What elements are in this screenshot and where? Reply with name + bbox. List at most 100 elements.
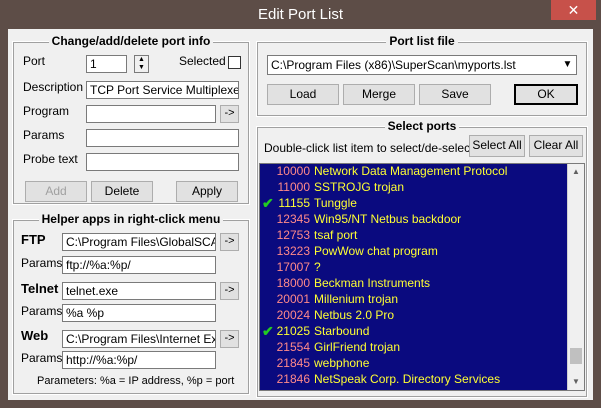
params-label: Params [23,128,65,142]
chevron-down-icon[interactable]: ▼ [559,56,576,74]
description-label: Description [23,80,84,94]
load-button[interactable]: Load [267,84,339,105]
port-list-row[interactable]: 20001 Millenium trojan [260,291,566,307]
program-input[interactable] [86,105,216,123]
selected-checkbox[interactable] [228,56,241,69]
web-path-input[interactable]: C:\Program Files\Internet Explc [62,330,216,348]
scroll-thumb[interactable] [570,348,582,364]
select-all-button[interactable]: Select All [469,135,525,157]
save-button[interactable]: Save [419,84,491,105]
port-list-row[interactable]: 11000 SSTROJG trojan [260,179,566,195]
port-number: 12753 [276,228,310,242]
web-browse-button[interactable]: -> [220,330,239,348]
web-label: Web [21,328,49,343]
port-list-file-group: Port list file C:\Program Files (x86)\Su… [256,34,588,117]
dialog-client-area: Change/add/delete port info Port 1 ▲ ▼ S… [8,29,593,400]
select-ports-group-title: Select ports [384,119,460,133]
ftp-label: FTP [21,232,46,247]
port-description: NetSpeak Corp. Directory Services [314,372,501,386]
telnet-label: Telnet [21,281,59,296]
port-list-row[interactable]: ✔ 11155 Tunggle [260,195,566,211]
ftp-params-input[interactable]: ftp://%a:%p/ [62,256,216,274]
close-button[interactable]: ✕ [551,0,596,20]
port-input[interactable]: 1 [86,55,127,73]
ftp-params-label: Params [21,256,63,270]
select-ports-group: Select ports Double-click list item to s… [256,119,588,398]
port-description: GirlFriend trojan [314,340,401,354]
port-number: 21845 [276,356,310,370]
port-number: 11000 [277,180,310,194]
port-file-path: C:\Program Files (x86)\SuperScan\myports… [271,58,516,72]
port-list-row[interactable]: 18000 Beckman Instruments [260,275,566,291]
port-list-row[interactable]: 12753 tsaf port [260,227,566,243]
merge-button[interactable]: Merge [343,84,415,105]
telnet-browse-button[interactable]: -> [220,282,239,300]
change-port-group-title: Change/add/delete port info [48,34,214,48]
program-label: Program [23,104,70,118]
ports-list[interactable]: 10000 Network Data Management Protocol 110… [259,163,585,391]
program-browse-button[interactable]: -> [220,105,239,123]
add-button[interactable]: Add [25,181,87,202]
port-description: Starbound [314,324,370,338]
port-label: Port [23,54,46,68]
web-params-input[interactable]: http://%a:%p/ [62,351,216,369]
port-number: 11155 [278,196,310,210]
apply-button[interactable]: Apply [176,181,238,202]
port-description: Win95/NT Netbus backdoor [314,212,462,226]
port-number: 21025 [276,324,310,338]
probe-text-label: Probe text [23,152,78,166]
ftp-browse-button[interactable]: -> [220,233,239,251]
port-list-row[interactable]: 21846 NetSpeak Corp. Directory Services [260,371,566,387]
port-list-row[interactable]: 10000 Network Data Management Protocol [260,164,566,179]
port-number: 17007 [276,260,310,274]
port-description: ? [314,260,321,274]
spin-down-icon[interactable]: ▼ [135,64,148,72]
port-number: 12345 [276,212,310,226]
selected-label: Selected [179,54,226,68]
description-input[interactable]: TCP Port Service Multiplexer [86,81,239,99]
window-title: Edit Port List [257,6,344,23]
clear-all-button[interactable]: Clear All [529,135,583,157]
scroll-up-icon[interactable]: ▲ [568,164,584,180]
port-description: SSTROJG trojan [314,180,405,194]
port-list-row[interactable]: 21845 webphone [260,355,566,371]
telnet-params-label: Params [21,304,63,318]
port-description: PowWow chat program [314,244,438,258]
port-list-row[interactable]: 20024 Netbus 2.0 Pro [260,307,566,323]
close-icon: ✕ [567,2,580,18]
port-list-row[interactable]: 21554 GirlFriend trojan [260,339,566,355]
title-bar[interactable]: Edit Port List ✕ [0,0,601,29]
scroll-down-icon[interactable]: ▼ [568,374,584,390]
port-list-row[interactable]: ✔ 21025 Starbound [260,323,566,339]
params-input[interactable] [86,129,239,147]
port-list-row[interactable]: 13223 PowWow chat program [260,243,566,259]
telnet-path-input[interactable]: telnet.exe [62,282,216,300]
parameters-footer: Parameters: %a = IP address, %p = port [37,375,235,387]
change-port-group: Change/add/delete port info Port 1 ▲ ▼ S… [12,34,250,205]
port-number: 13223 [276,244,310,258]
port-number: 20001 [276,292,310,306]
port-description: Netbus 2.0 Pro [314,308,395,322]
port-list-row[interactable]: 12345 Win95/NT Netbus backdoor [260,211,566,227]
port-number: 10000 [276,164,310,178]
ftp-path-input[interactable]: C:\Program Files\GlobalSCAPE [62,233,216,251]
port-spinner[interactable]: ▲ ▼ [134,55,149,73]
probe-text-input[interactable] [86,153,239,171]
ports-list-scrollbar[interactable]: ▲ ▼ [567,164,584,390]
select-ports-hint: Double-click list item to select/de-sele… [264,141,474,155]
port-number: 21846 [276,372,310,386]
port-list-row[interactable]: 17007? [260,259,566,275]
port-number: 20024 [276,308,310,322]
port-description: Network Data Management Protocol [314,164,508,178]
port-description: Tunggle [314,196,357,210]
helper-apps-group-title: Helper apps in right-click menu [38,212,224,226]
port-file-combo[interactable]: C:\Program Files (x86)\SuperScan\myports… [267,55,577,75]
telnet-params-input[interactable]: %a %p [62,304,216,322]
ok-button[interactable]: OK [514,84,578,105]
port-list-file-group-title: Port list file [386,34,458,48]
delete-button[interactable]: Delete [91,181,153,202]
edit-port-list-window: Edit Port List ✕ Change/add/delete port … [0,0,601,408]
spin-up-icon[interactable]: ▲ [135,56,148,64]
port-number: 18000 [276,276,310,290]
port-description: webphone [314,356,370,370]
